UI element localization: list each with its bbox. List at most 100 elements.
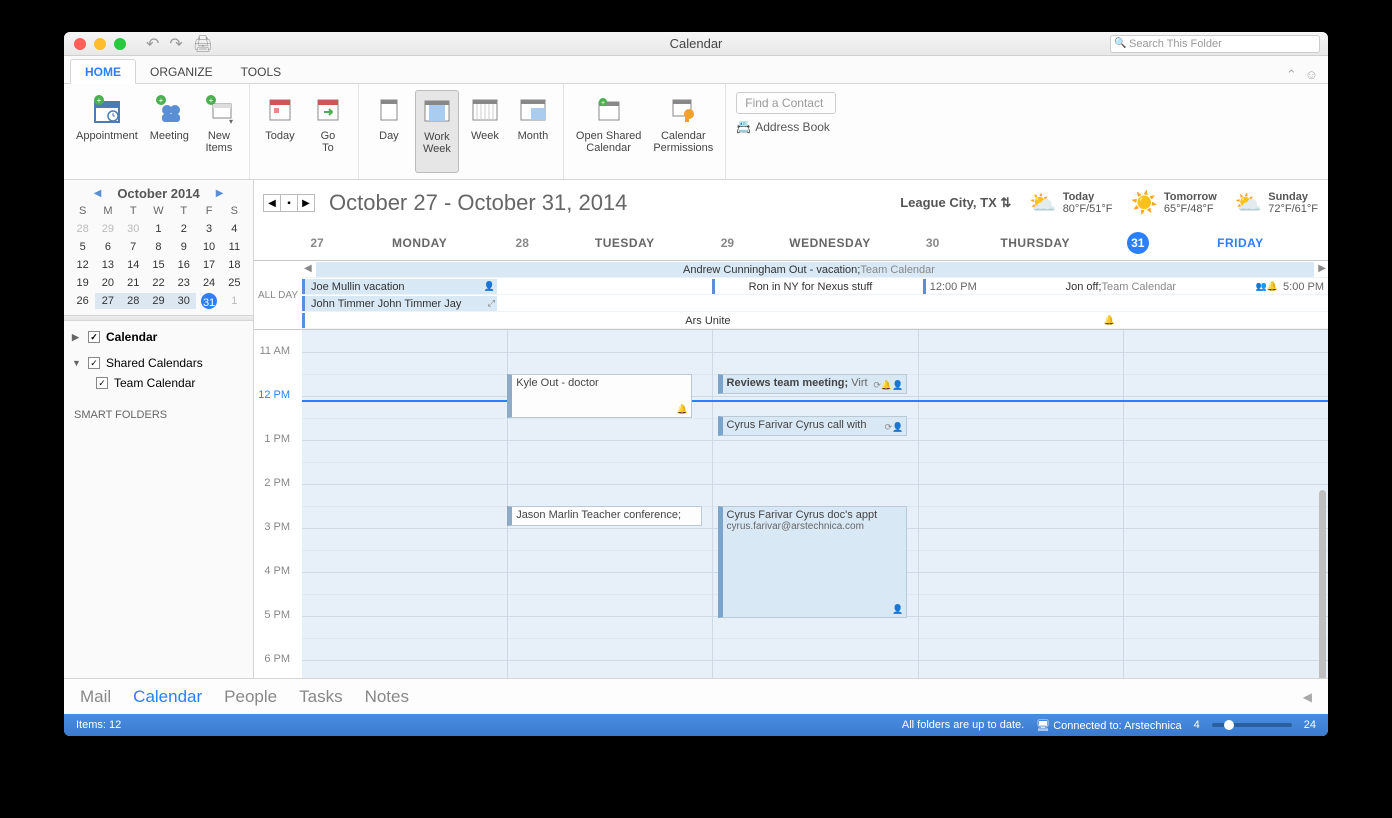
bell-icon: 🔔 (1104, 315, 1115, 326)
work-week-icon (421, 95, 453, 127)
nav-people[interactable]: People (224, 687, 277, 707)
new-items-icon: +▾ (203, 94, 235, 126)
search-placeholder: Search This Folder (1129, 38, 1222, 50)
appointment-button[interactable]: + Appointment (72, 90, 142, 173)
open-shared-calendar-button[interactable]: + Open Shared Calendar (572, 90, 645, 173)
zoom-slider[interactable] (1212, 723, 1292, 727)
appointment-icon: + (91, 94, 123, 126)
tab-organize[interactable]: ORGANIZE (136, 60, 227, 83)
nav-mail[interactable]: Mail (80, 687, 111, 707)
prev-week-button[interactable]: ◀ (263, 194, 281, 212)
team-calendar-item[interactable]: Team Calendar (72, 373, 245, 393)
find-contact-input[interactable]: Find a Contact (736, 92, 836, 114)
appointment-label: Appointment (76, 130, 138, 142)
day-label: Day (379, 130, 399, 142)
week-view-button[interactable]: Week (463, 90, 507, 173)
calendar-label: Calendar (106, 330, 157, 344)
window-zoom[interactable] (114, 38, 126, 50)
person-icon: 👤 (484, 281, 495, 292)
nav-notes[interactable]: Notes (365, 687, 409, 707)
event-cyrus-call[interactable]: Cyrus Farivar Cyrus call with⟳👤 (718, 416, 908, 436)
hour-6pm: 6 PM (264, 653, 290, 665)
day-header-tue[interactable]: 28TUESDAY (507, 226, 712, 260)
redo-icon[interactable]: ↷ (169, 34, 182, 54)
allday-event-andrew[interactable]: Andrew Cunningham Out - vacation; Team C… (316, 262, 1314, 277)
help-icon[interactable]: ☺ (1305, 67, 1318, 83)
next-month-button[interactable]: ▶ (210, 188, 230, 199)
scroll-left-icon[interactable]: ◀ (304, 263, 312, 274)
open-shared-icon: + (593, 94, 625, 126)
status-items: Items: 12 (76, 719, 121, 731)
allday-event-jon[interactable]: 12:00 PM Jon off; Team Calendar 👥🔔 5:00 … (923, 279, 1328, 294)
undo-icon[interactable]: ↶ (146, 34, 159, 54)
nav-calendar[interactable]: Calendar (133, 687, 202, 707)
weather-location[interactable]: League City, TX ⇅ (900, 195, 1011, 211)
hour-5pm: 5 PM (264, 609, 290, 621)
month-icon (517, 94, 549, 126)
week-label: Week (471, 130, 499, 142)
hour-11am: 11 AM (260, 345, 290, 357)
day-icon (373, 94, 405, 126)
shared-calendars-section[interactable]: ▼Shared Calendars (72, 353, 245, 373)
permissions-icon (667, 94, 699, 126)
toggle-view-button[interactable]: ▪ (280, 194, 298, 212)
window-minimize[interactable] (94, 38, 106, 50)
event-kyle[interactable]: Kyle Out - doctor🔔 (507, 374, 692, 418)
collapse-ribbon-icon[interactable]: ⌃ (1286, 67, 1297, 83)
search-folder-input[interactable]: Search This Folder (1110, 35, 1320, 53)
allday-event-joe[interactable]: Joe Mullin vacation👤 (302, 279, 497, 294)
day-header-mon[interactable]: 27MONDAY (302, 226, 507, 260)
smart-folders-section[interactable]: SMART FOLDERS (64, 399, 253, 431)
person-icon: 👤 (892, 604, 903, 615)
tab-home[interactable]: HOME (70, 59, 136, 84)
event-cyrus-doc[interactable]: Cyrus Farivar Cyrus doc's apptcyrus.fari… (718, 506, 908, 618)
nav-collapse-icon[interactable]: ◀ (1303, 690, 1312, 704)
month-view-button[interactable]: Month (511, 90, 555, 173)
day-header-fri[interactable]: 31FRIDAY (1123, 226, 1328, 260)
next-week-button[interactable]: ▶ (297, 194, 315, 212)
hour-12pm: 12 PM (258, 389, 290, 401)
shared-checkbox[interactable] (88, 357, 100, 369)
calendar-checkbox[interactable] (88, 331, 100, 343)
tab-tools[interactable]: TOOLS (227, 60, 295, 83)
allday-event-ron[interactable]: Ron in NY for Nexus stuff (712, 279, 917, 294)
all-day-label: ALL DAY (254, 261, 302, 329)
day-header-thu[interactable]: 30THURSDAY (918, 226, 1123, 260)
work-week-view-button[interactable]: Work Week (415, 90, 459, 173)
svg-text:+: + (159, 96, 164, 105)
shared-label: Shared Calendars (106, 356, 203, 370)
event-jason[interactable]: Jason Marlin Teacher conference; (507, 506, 702, 526)
allday-event-john[interactable]: John Timmer John Timmer Jay⤢ (302, 296, 497, 311)
print-icon[interactable]: 🖨 (193, 34, 213, 54)
meeting-button[interactable]: + Meeting (146, 90, 193, 173)
open-shared-label: Open Shared Calendar (576, 130, 641, 154)
team-checkbox[interactable] (96, 377, 108, 389)
new-items-label: New Items (205, 130, 232, 154)
zoom-min: 4 (1194, 719, 1200, 731)
prev-month-button[interactable]: ◀ (88, 188, 108, 199)
date-range-label: October 27 - October 31, 2014 (329, 190, 627, 216)
nav-tasks[interactable]: Tasks (299, 687, 342, 707)
today-button[interactable]: Today (258, 90, 302, 173)
day-view-button[interactable]: Day (367, 90, 411, 173)
event-reviews[interactable]: Reviews team meeting; Virt⟳🔔👤 (718, 374, 908, 394)
calendar-section[interactable]: ▶Calendar (72, 327, 245, 347)
calendar-grid[interactable]: Kyle Out - doctor🔔 Reviews team meeting;… (302, 330, 1328, 678)
recur-icon: ⟳👤 (885, 422, 904, 433)
window-close[interactable] (74, 38, 86, 50)
meeting-label: Meeting (150, 130, 189, 142)
meeting-icon: + (153, 94, 185, 126)
week-icon (469, 94, 501, 126)
mini-calendar: SMTWTFS 2829301234 567891011 12131415161… (64, 203, 253, 315)
new-items-button[interactable]: +▾ New Items (197, 90, 241, 173)
svg-text:+: + (601, 100, 605, 107)
today-icon (264, 94, 296, 126)
calendar-permissions-button[interactable]: Calendar Permissions (649, 90, 717, 173)
day-header-wed[interactable]: 29WEDNESDAY (712, 226, 917, 260)
address-book-button[interactable]: 📇 Address Book (736, 120, 836, 134)
goto-button[interactable]: Go To (306, 90, 350, 173)
scroll-right-icon[interactable]: ▶ (1318, 263, 1326, 274)
vertical-scrollbar[interactable] (1319, 490, 1326, 678)
team-label: Team Calendar (114, 376, 195, 390)
allday-event-ars[interactable]: Ars Unite🔔 (302, 313, 1123, 328)
